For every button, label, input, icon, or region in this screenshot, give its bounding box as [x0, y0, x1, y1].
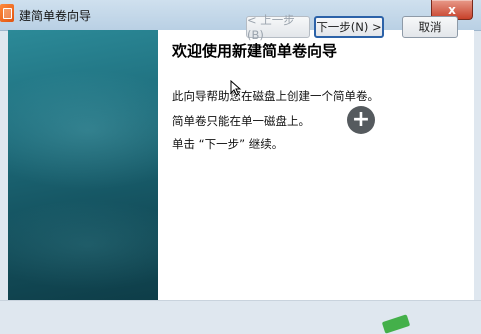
window-title: 建简单卷向导: [19, 9, 92, 23]
disk-wizard-icon: [0, 4, 14, 22]
wizard-body: 欢迎使用新建简单卷向导 此向导帮助您在磁盘上创建一个简单卷。 简单卷只能在单一磁…: [8, 30, 474, 300]
description-line: 此向导帮助您在磁盘上创建一个简单卷。: [172, 89, 379, 103]
description-line: 简单卷只能在单一磁盘上。: [172, 114, 310, 128]
back-button[interactable]: < 上一步(B): [246, 13, 310, 42]
wizard-banner: [8, 30, 158, 300]
mouse-cursor-icon: [230, 80, 242, 96]
plus-icon[interactable]: +: [347, 106, 375, 134]
next-button[interactable]: 下一步(N) >: [314, 16, 384, 38]
cancel-button[interactable]: 取消: [402, 16, 458, 38]
page-title: 欢迎使用新建简单卷向导: [172, 42, 338, 60]
description-line: 单击 “下一步” 继续。: [172, 137, 284, 151]
